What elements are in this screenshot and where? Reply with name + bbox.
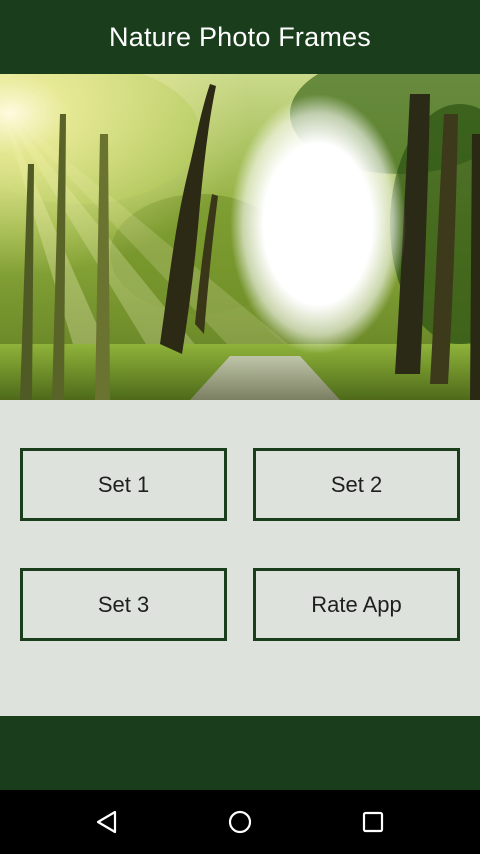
- content-area: Set 1 Set 2 Set 3 Rate App: [0, 400, 480, 716]
- app-title: Nature Photo Frames: [109, 21, 371, 52]
- back-icon: [96, 810, 117, 834]
- bottom-bar: [0, 716, 480, 790]
- set-1-button[interactable]: Set 1: [20, 448, 227, 521]
- recents-icon: [362, 811, 384, 833]
- back-button[interactable]: [87, 804, 127, 840]
- app-bar: Nature Photo Frames: [0, 0, 480, 74]
- set-3-button[interactable]: Set 3: [20, 568, 227, 641]
- rate-app-button[interactable]: Rate App: [253, 568, 460, 641]
- set-2-button[interactable]: Set 2: [253, 448, 460, 521]
- banner-image: [0, 74, 480, 400]
- home-icon: [228, 810, 252, 834]
- recents-button[interactable]: [353, 804, 393, 840]
- system-nav-bar: [0, 790, 480, 854]
- forest-photo-frame-image: [0, 74, 480, 400]
- home-button[interactable]: [220, 804, 260, 840]
